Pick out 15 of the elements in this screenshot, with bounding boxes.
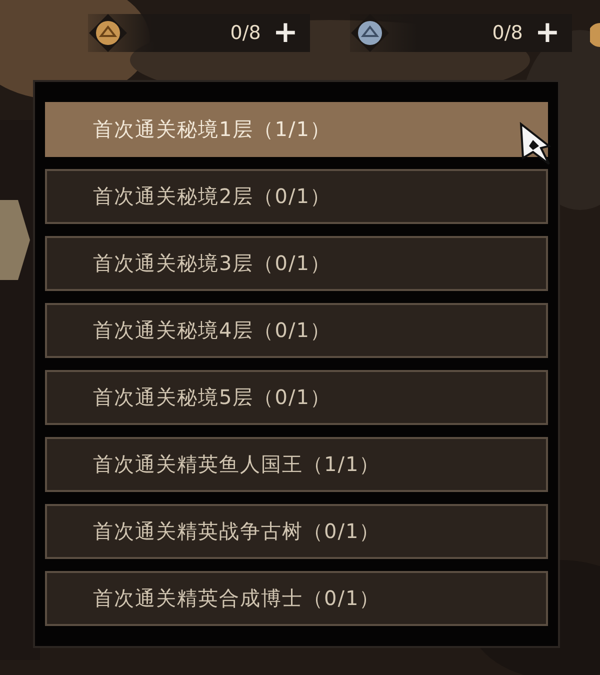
coin-icon — [88, 13, 128, 53]
quest-option[interactable]: 首次通关精英战争古树（0/1） — [45, 504, 548, 559]
add-button[interactable]: + — [528, 18, 566, 48]
cursor-icon — [519, 122, 553, 166]
add-button[interactable]: + — [266, 18, 304, 48]
quest-option[interactable]: 首次通关秘境3层（0/1） — [45, 236, 548, 291]
quest-option[interactable]: 首次通关精英合成博士（0/1） — [45, 571, 548, 626]
quest-option[interactable]: 首次通关秘境2层（0/1） — [45, 169, 548, 224]
quest-option[interactable]: 首次通关秘境5层（0/1） — [45, 370, 548, 425]
currency-count: 0/8 — [230, 22, 261, 44]
coin-icon — [590, 20, 600, 50]
quest-option[interactable]: 首次通关精英鱼人国王（1/1） — [45, 437, 548, 492]
currency-count: 0/8 — [492, 22, 523, 44]
quest-option[interactable]: 首次通关秘境1层（1/1） — [45, 102, 548, 157]
quest-option[interactable]: 首次通关秘境4层（0/1） — [45, 303, 548, 358]
